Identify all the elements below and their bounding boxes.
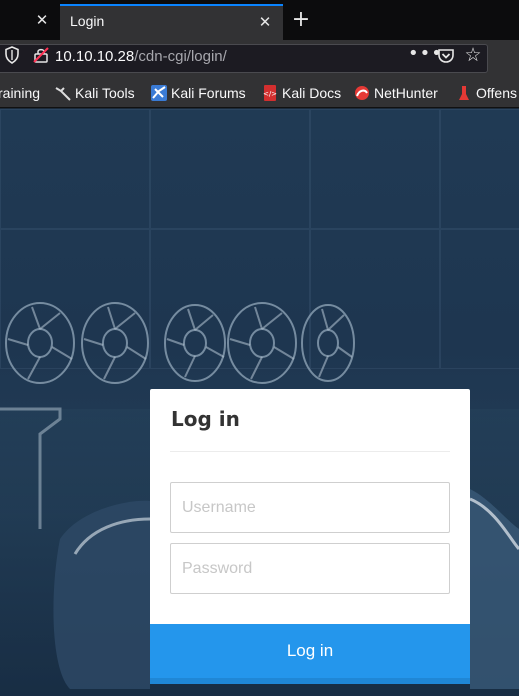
bookmark-label: NetHunter xyxy=(374,85,438,101)
close-tab-icon[interactable]: ✕ xyxy=(255,10,275,34)
bookmark-label: Kali Forums xyxy=(171,85,246,101)
bookmark-label: Kali Tools xyxy=(75,85,135,101)
svg-text:</>: </> xyxy=(263,90,277,98)
bookmark-kali-docs[interactable]: </> Kali Docs xyxy=(262,84,341,102)
wall-panel xyxy=(0,109,150,229)
tab-login[interactable]: Login ✕ xyxy=(60,4,283,40)
title-divider xyxy=(170,451,450,452)
close-tab-icon[interactable]: ✕ xyxy=(32,8,52,32)
wall-panel xyxy=(440,229,519,369)
password-input[interactable] xyxy=(170,543,450,594)
bookmark-star-icon[interactable]: ☆ xyxy=(463,45,483,65)
kali-docs-icon: </> xyxy=(263,85,277,101)
wall-panel xyxy=(310,109,440,229)
bookmark-label: Kali Docs xyxy=(282,85,342,101)
bookmark-kali-tools[interactable]: Kali Tools xyxy=(55,84,135,102)
url-host: 10.10.10.28 xyxy=(55,48,135,65)
offensive-security-icon xyxy=(459,86,469,100)
pocket-icon[interactable] xyxy=(437,47,455,65)
bookmark-label: Offens xyxy=(476,85,517,101)
new-tab-icon[interactable]: + xyxy=(288,6,314,34)
wheel-display-graphic xyxy=(5,302,355,384)
bookmarks-bar: raining Kali Tools Kali Forums </> Kali D… xyxy=(0,76,519,108)
bookmark-offensive-security[interactable]: Offens xyxy=(456,84,517,102)
url-path: /cdn-cgi/login/ xyxy=(134,48,227,65)
login-title: Log in xyxy=(171,407,240,431)
username-input[interactable] xyxy=(170,482,450,533)
previous-tab[interactable]: ✕ xyxy=(0,4,60,36)
insecure-lock-icon[interactable] xyxy=(33,47,49,63)
tab-strip: ✕ Login ✕ + xyxy=(0,0,519,40)
kali-forums-icon xyxy=(151,85,167,101)
bookmark-nethunter[interactable]: NetHunter xyxy=(354,84,438,102)
bookmark-label: raining xyxy=(0,85,41,101)
wall-panel xyxy=(150,109,310,229)
url-text[interactable]: 10.10.10.28/cdn-cgi/login/ xyxy=(55,48,227,65)
login-card-footer xyxy=(150,678,470,684)
tab-title: Login xyxy=(70,13,105,29)
login-button[interactable]: Log in xyxy=(150,624,470,678)
bookmark-kali-forums[interactable]: Kali Forums xyxy=(151,84,246,102)
tracking-protection-shield-icon[interactable] xyxy=(4,46,20,64)
nethunter-icon xyxy=(355,86,369,100)
kali-tools-icon xyxy=(55,87,71,101)
bookmark-kali-training[interactable]: raining xyxy=(0,84,40,102)
page-actions-menu-icon[interactable]: ••• xyxy=(408,45,442,66)
wall-panel xyxy=(440,109,519,229)
